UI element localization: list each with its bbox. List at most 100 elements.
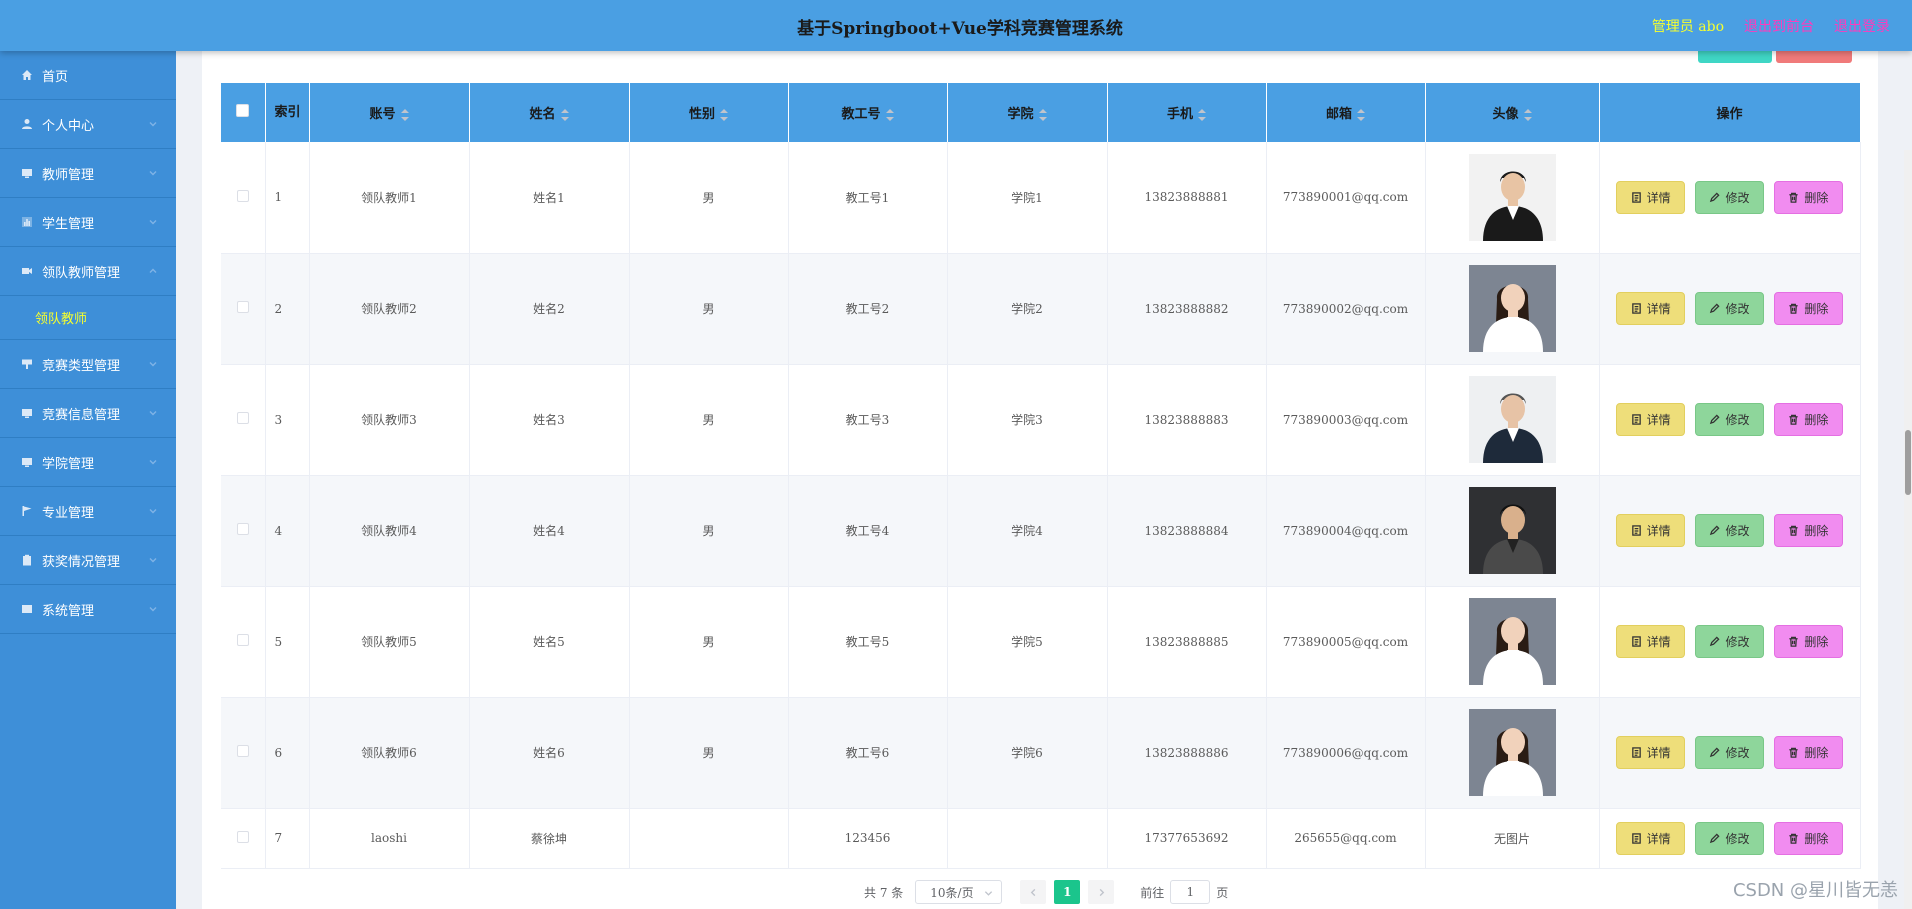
sidebar-item-personal-center[interactable]: 个人中心 xyxy=(0,100,176,149)
cell-select[interactable] xyxy=(221,808,266,869)
edit-icon xyxy=(1710,832,1721,843)
detail-button[interactable]: 详情 xyxy=(1616,736,1686,769)
cell-gender: 男 xyxy=(629,475,789,587)
sidebar-item-system-management[interactable]: 系统管理 xyxy=(0,585,176,634)
page-number-active[interactable]: 1 xyxy=(1054,880,1081,904)
scrollbar-thumb[interactable] xyxy=(1905,430,1911,495)
col-account[interactable]: 账号 xyxy=(309,83,470,142)
detail-button[interactable]: 详情 xyxy=(1616,821,1686,855)
sidebar-item-competition-type-management[interactable]: 竞赛类型管理 xyxy=(0,340,176,389)
edit-button[interactable]: 修改 xyxy=(1695,514,1764,547)
cell-actions: 详情 修改 删除 xyxy=(1599,142,1861,254)
delete-button[interactable]: 删除 xyxy=(1773,180,1843,214)
delete-button[interactable]: 删除 xyxy=(1773,292,1843,325)
delete-button[interactable]: 删除 xyxy=(1773,736,1843,769)
goto-label: 前往 xyxy=(1140,885,1165,900)
prev-page-button[interactable] xyxy=(1020,880,1047,904)
cell-select[interactable] xyxy=(221,253,266,365)
cell-phone: 13823888886 xyxy=(1107,697,1267,809)
sort-icon[interactable] xyxy=(1523,108,1532,121)
avatar-photo xyxy=(1468,487,1556,574)
sidebar-item-college-management[interactable]: 学院管理 xyxy=(0,438,176,487)
sidebar-item-student-management[interactable]: 学生管理 xyxy=(0,198,176,247)
delete-button[interactable]: 删除 xyxy=(1773,821,1843,855)
col-name[interactable]: 姓名 xyxy=(469,83,630,142)
delete-button[interactable]: 删除 xyxy=(1773,625,1843,658)
edit-icon xyxy=(1710,636,1721,647)
edit-button[interactable]: 修改 xyxy=(1695,403,1764,436)
cell-staff-no: 教工号6 xyxy=(788,697,948,809)
edit-button[interactable]: 修改 xyxy=(1695,292,1764,325)
select-all-checkbox[interactable] xyxy=(236,104,250,117)
sort-icon[interactable] xyxy=(885,108,894,121)
add-button-partial[interactable] xyxy=(1698,51,1772,63)
goto-page-input[interactable]: 1 xyxy=(1170,880,1211,904)
col-gender[interactable]: 性别 xyxy=(629,83,789,142)
col-staff-no[interactable]: 教工号 xyxy=(788,83,948,142)
sidebar-item-competition-info-management[interactable]: 竞赛信息管理 xyxy=(0,389,176,438)
edit-button[interactable]: 修改 xyxy=(1695,625,1764,658)
exit-to-front-link[interactable]: 退出到前台 xyxy=(1744,16,1814,36)
sidebar-item-major-management[interactable]: 专业管理 xyxy=(0,487,176,536)
edit-button[interactable]: 修改 xyxy=(1695,736,1764,769)
monitor-icon xyxy=(20,406,34,420)
sidebar-item-teacher-management[interactable]: 教师管理 xyxy=(0,149,176,198)
delete-button[interactable]: 删除 xyxy=(1773,403,1843,436)
cell-select[interactable] xyxy=(221,586,266,698)
row-checkbox[interactable] xyxy=(236,189,249,202)
sort-icon[interactable] xyxy=(1198,108,1206,121)
button-label: 修改 xyxy=(1725,190,1750,205)
col-phone[interactable]: 手机 xyxy=(1107,83,1267,142)
vertical-scrollbar[interactable] xyxy=(1904,150,1912,909)
row-checkbox[interactable] xyxy=(236,745,249,757)
page-size-select[interactable]: 10条/页 xyxy=(915,880,1003,904)
teacher-table: 索引 账号 姓名 性别 教工号 学院 手机 邮箱 头像 操作 1 领队教师1 姓… xyxy=(221,83,1861,869)
cell-select[interactable] xyxy=(221,697,266,809)
col-avatar[interactable]: 头像 xyxy=(1425,83,1600,142)
row-checkbox[interactable] xyxy=(236,634,249,646)
sort-icon[interactable] xyxy=(1357,108,1365,121)
teacher-avatar xyxy=(1468,709,1556,796)
sort-icon[interactable] xyxy=(560,108,569,121)
detail-button[interactable]: 详情 xyxy=(1616,180,1686,214)
cell-select[interactable] xyxy=(221,364,266,476)
delete-button[interactable]: 删除 xyxy=(1773,514,1843,547)
cell-gender: 男 xyxy=(629,697,789,809)
next-page-button[interactable] xyxy=(1088,880,1115,904)
chevron-left-icon xyxy=(1030,888,1036,896)
cell-name: 姓名2 xyxy=(469,253,630,365)
col-email[interactable]: 邮箱 xyxy=(1266,83,1426,142)
trash-icon xyxy=(1789,747,1798,758)
cell-gender: 男 xyxy=(629,142,789,254)
cell-email: 773890004@qq.com xyxy=(1266,475,1426,587)
sort-icon[interactable] xyxy=(400,108,409,121)
edit-button[interactable]: 修改 xyxy=(1695,180,1764,214)
cell-account: 领队教师2 xyxy=(309,253,470,365)
detail-button[interactable]: 详情 xyxy=(1616,403,1686,436)
clipboard-icon xyxy=(20,553,34,567)
detail-button[interactable]: 详情 xyxy=(1616,514,1686,547)
edit-button[interactable]: 修改 xyxy=(1695,821,1764,855)
sidebar-item-home[interactable]: 首页 xyxy=(0,51,176,100)
row-checkbox[interactable] xyxy=(236,412,249,424)
flag-icon xyxy=(20,504,34,518)
batch-delete-button-partial[interactable] xyxy=(1776,51,1852,63)
col-college[interactable]: 学院 xyxy=(947,83,1108,142)
sort-icon[interactable] xyxy=(1038,108,1047,121)
row-checkbox[interactable] xyxy=(236,830,249,843)
cell-phone: 13823888882 xyxy=(1107,253,1267,365)
cell-avatar: 无图片 xyxy=(1425,808,1600,869)
row-checkbox[interactable] xyxy=(236,301,249,313)
logout-link[interactable]: 退出登录 xyxy=(1834,16,1890,36)
sidebar-subitem-leader-teacher[interactable]: 领队教师 xyxy=(0,296,176,340)
col-label: 账号 xyxy=(369,107,396,122)
sort-icon[interactable] xyxy=(720,108,728,121)
cell-select[interactable] xyxy=(221,142,266,254)
sidebar-item-award-management[interactable]: 获奖情况管理 xyxy=(0,536,176,585)
detail-button[interactable]: 详情 xyxy=(1616,625,1686,658)
row-checkbox[interactable] xyxy=(236,523,249,535)
detail-button[interactable]: 详情 xyxy=(1616,292,1686,325)
cell-select[interactable] xyxy=(221,475,266,587)
select-all-header[interactable] xyxy=(221,83,266,142)
sidebar-item-leader-teacher-management[interactable]: 领队教师管理 xyxy=(0,247,176,296)
